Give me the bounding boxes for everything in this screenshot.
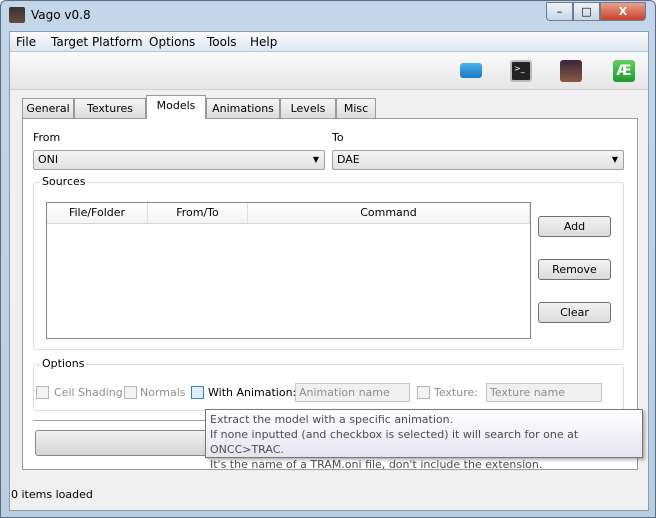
to-label: To	[332, 131, 344, 144]
window-title: Vago v0.8	[31, 8, 91, 22]
with-animation-checkbox[interactable]	[191, 386, 204, 399]
tooltip-line: Extract the model with a specific animat…	[210, 413, 454, 426]
tab-misc[interactable]: Misc	[336, 98, 376, 118]
from-label: From	[33, 131, 61, 144]
menu-help[interactable]: Help	[250, 35, 277, 49]
animation-name-input[interactable]: Animation name	[295, 383, 410, 402]
add-button[interactable]: Add	[538, 216, 611, 237]
cell-shading-label: Cell Shading	[54, 386, 123, 399]
tab-textures[interactable]: Textures	[74, 98, 146, 118]
tab-animations[interactable]: Animations	[206, 98, 280, 118]
column-command[interactable]: Command	[248, 203, 530, 224]
menu-target-platform[interactable]: Target Platform	[51, 35, 143, 49]
tab-general[interactable]: General	[22, 98, 74, 118]
texture-name-input[interactable]: Texture name	[486, 383, 602, 402]
main-window: Vago v0.8 – □ X File Target Platform Opt…	[0, 0, 656, 518]
normals-label: Normals	[140, 386, 186, 399]
options-title: Options	[40, 357, 87, 370]
folder-icon[interactable]	[460, 63, 482, 78]
options-group: Options Cell Shading Normals With Animat…	[33, 357, 624, 411]
normals-checkbox[interactable]	[124, 386, 137, 399]
status-text: 0 items loaded	[11, 488, 93, 501]
sources-table[interactable]: File/Folder From/To Command	[46, 202, 531, 339]
tab-models[interactable]: Models	[146, 95, 206, 119]
terminal-icon[interactable]: >_	[510, 60, 532, 82]
with-animation-label: With Animation:	[208, 386, 297, 399]
ae-icon[interactable]: Æ	[613, 60, 635, 82]
clear-button[interactable]: Clear	[538, 302, 611, 323]
sources-title: Sources	[40, 175, 88, 188]
remove-button[interactable]: Remove	[538, 259, 611, 280]
tooltip-line: If none inputted (and checkbox is select…	[210, 428, 579, 456]
menu-bar: File Target Platform Options Tools Help	[10, 32, 648, 52]
texture-label: Texture:	[434, 386, 478, 399]
toolbar: >_ Æ	[10, 52, 648, 90]
from-select[interactable]: ONI ▼	[33, 150, 325, 170]
sources-group: Sources File/Folder From/To Command Add …	[33, 175, 624, 350]
character-avatar-icon[interactable]	[560, 60, 582, 82]
column-file-folder[interactable]: File/Folder	[47, 203, 148, 224]
menu-options[interactable]: Options	[149, 35, 195, 49]
column-from-to[interactable]: From/To	[148, 203, 248, 224]
tab-levels[interactable]: Levels	[280, 98, 336, 118]
cell-shading-checkbox[interactable]	[36, 386, 49, 399]
tooltip: Extract the model with a specific animat…	[205, 409, 643, 471]
close-button[interactable]: X	[600, 2, 646, 21]
texture-checkbox[interactable]	[417, 386, 430, 399]
chevron-down-icon: ▼	[312, 155, 319, 164]
from-value: ONI	[38, 153, 59, 166]
menu-tools[interactable]: Tools	[207, 35, 237, 49]
chevron-down-icon: ▼	[611, 155, 618, 164]
menu-file[interactable]: File	[16, 35, 36, 49]
to-select[interactable]: DAE ▼	[332, 150, 624, 170]
app-icon	[9, 7, 25, 23]
maximize-button[interactable]: □	[573, 2, 600, 21]
tooltip-line: It's the name of a TRAM.oni file, don't …	[210, 458, 543, 471]
minimize-button[interactable]: –	[546, 2, 573, 21]
to-value: DAE	[337, 153, 360, 166]
